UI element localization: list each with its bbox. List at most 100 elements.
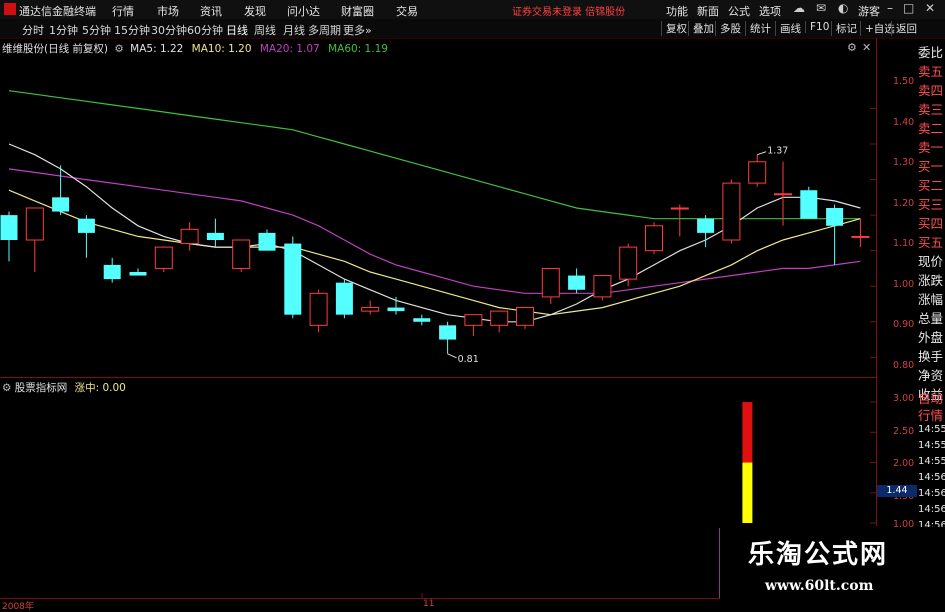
candle-body <box>670 207 689 210</box>
candle-body <box>826 208 844 226</box>
candle-body <box>439 325 457 340</box>
side-label[interactable]: 卖二 <box>918 118 943 137</box>
candle-body <box>619 246 638 280</box>
side-label[interactable]: 外盘 <box>918 327 943 346</box>
menu-wealth[interactable]: 财富圈 <box>341 3 374 19</box>
btn-multi-stock[interactable]: 多股 <box>715 21 741 36</box>
price-tick: 1.20 <box>893 198 915 209</box>
period-multi[interactable]: 多周期 <box>308 22 341 38</box>
close-icon[interactable]: ✕ <box>925 1 935 15</box>
sub-settings-icon[interactable]: ⚙ <box>2 382 11 394</box>
sub-tick: 2.00 <box>893 458 915 469</box>
candle-body <box>206 232 224 240</box>
menu-ask[interactable]: 问小达 <box>287 3 320 19</box>
menu-function[interactable]: 功能 <box>666 3 688 19</box>
menu-formula[interactable]: 公式 <box>728 3 750 19</box>
side-label[interactable]: 现价 <box>918 251 943 270</box>
btn-add-watchlist[interactable]: +自选 <box>860 21 895 36</box>
side-label[interactable]: 卖一 <box>918 137 943 156</box>
side-label[interactable]: 净资 <box>918 365 943 384</box>
price-axis-line <box>876 38 877 378</box>
indicator-bar <box>742 402 753 463</box>
btn-back[interactable]: 返回 <box>891 21 917 36</box>
candle-body <box>490 310 509 326</box>
side-label[interactable]: 卖四 <box>918 80 943 99</box>
candle-body <box>413 318 431 322</box>
cloud-icon[interactable]: ☁ <box>793 1 805 15</box>
btn-draw-line[interactable]: 画线 <box>775 21 801 36</box>
side-label[interactable]: 涨幅 <box>918 289 943 308</box>
kline-chart[interactable]: 1.37 0.81 <box>0 38 877 598</box>
candle-body <box>568 275 586 290</box>
menu-news[interactable]: 资讯 <box>200 3 222 19</box>
candle-body <box>697 218 715 233</box>
side-label[interactable]: 委比 <box>918 42 943 61</box>
maximize-icon[interactable]: □ <box>903 1 914 15</box>
period-5min[interactable]: 5分钟 <box>82 22 111 38</box>
chat-icon[interactable]: ✉ <box>816 1 826 15</box>
period-30min[interactable]: 30分钟 <box>151 22 187 38</box>
tick-time: 14:56 <box>918 488 945 499</box>
menu-market[interactable]: 行情 <box>112 3 134 19</box>
candle-body <box>541 267 560 298</box>
candle-body <box>748 161 767 184</box>
tick-time: 14:55 <box>918 456 945 467</box>
candle-body <box>774 193 792 196</box>
user-label[interactable]: 游客 <box>858 3 880 19</box>
candle-body <box>180 228 199 245</box>
btn-f10[interactable]: F10 <box>805 21 829 33</box>
login-notice[interactable]: 证券交易未登录 倍锦股份 <box>512 3 625 18</box>
candle-body <box>77 218 95 233</box>
period-more[interactable]: 更多» <box>343 22 372 38</box>
price-tick: 1.50 <box>893 76 915 87</box>
side-label[interactable]: 卖三 <box>918 99 943 118</box>
side-label[interactable]: 买二 <box>918 175 943 194</box>
menu-new-page[interactable]: 新面 <box>697 3 719 19</box>
candle-body <box>335 282 353 315</box>
period-daily[interactable]: 日线 <box>226 22 248 38</box>
candle-body <box>52 197 70 212</box>
app-title: 通达信金融终端 <box>19 5 96 18</box>
side-label[interactable]: 总量 <box>918 308 943 327</box>
indicator-name[interactable]: 股票指标网 <box>15 382 68 394</box>
tick-time: 14:56 <box>918 504 945 515</box>
side-label[interactable]: 买三 <box>918 194 943 213</box>
sub-tick: 2.50 <box>893 426 915 437</box>
indicator-bar <box>742 462 753 523</box>
period-monthly[interactable]: 月线 <box>283 22 305 38</box>
time-axis-start: 2008年 <box>2 602 34 612</box>
side-label[interactable]: 买四 <box>918 213 943 232</box>
period-1min[interactable]: 1分钟 <box>49 22 78 38</box>
price-tick: 0.90 <box>893 319 915 330</box>
tick-time: 14:55 <box>918 424 945 435</box>
period-weekly[interactable]: 周线 <box>254 22 276 38</box>
candle-body <box>361 307 380 312</box>
menu-markets[interactable]: 市场 <box>157 3 179 19</box>
menu-discover[interactable]: 发现 <box>244 3 266 19</box>
btn-restore-rights[interactable]: 复权 <box>661 21 687 36</box>
indicator-value: 涨中: 0.00 <box>74 382 126 394</box>
theme-icon[interactable]: ◐ <box>838 1 848 15</box>
menu-options[interactable]: 选项 <box>759 3 781 19</box>
btn-overlay[interactable]: 叠加 <box>688 21 714 36</box>
side-label[interactable]: 卖五 <box>918 61 943 80</box>
side-label[interactable]: 涨跌 <box>918 270 943 289</box>
side-label[interactable]: 买五 <box>918 232 943 251</box>
btn-mark[interactable]: 标记 <box>831 21 857 36</box>
side-label[interactable]: 买一 <box>918 156 943 175</box>
period-60min[interactable]: 60分钟 <box>187 22 223 38</box>
btn-statistics[interactable]: 统计 <box>745 21 771 36</box>
period-timeshare[interactable]: 分时 <box>22 22 44 38</box>
side-label[interactable]: 行情 <box>918 405 943 424</box>
price-tick: 1.00 <box>893 279 915 290</box>
current-price-tag: 1.44 <box>877 485 917 497</box>
period-15min[interactable]: 15分钟 <box>114 22 150 38</box>
minimize-icon[interactable]: – <box>887 1 893 15</box>
low-pointer <box>447 353 457 359</box>
price-tick: 0.80 <box>893 360 915 371</box>
menu-trade[interactable]: 交易 <box>396 3 418 19</box>
price-tick: 1.40 <box>893 117 915 128</box>
candle-body <box>464 314 483 326</box>
time-axis-mid: 11 <box>423 599 435 609</box>
side-label[interactable]: 换手 <box>918 346 943 365</box>
